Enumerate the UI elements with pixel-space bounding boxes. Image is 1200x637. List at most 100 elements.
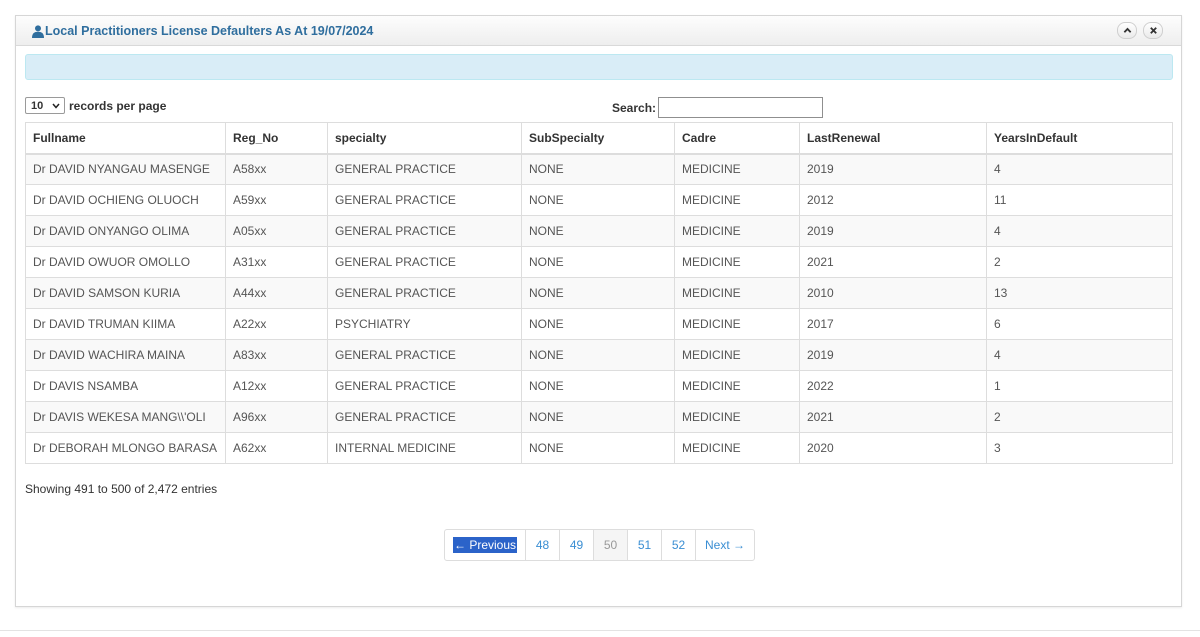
cell-subspecialty: NONE (521, 246, 675, 278)
cell-fullname: Dr DAVID OWUOR OMOLLO (25, 246, 226, 278)
cell-specialty: GENERAL PRACTICE (327, 339, 522, 371)
cell-years-in-default: 4 (986, 153, 1173, 185)
cell-fullname: Dr DAVID ONYANGO OLIMA (25, 215, 226, 247)
cell-cadre: MEDICINE (674, 370, 800, 402)
cell-reg-no: A44xx (225, 277, 328, 309)
column-header-cadre[interactable]: Cadre (674, 122, 800, 155)
cell-reg-no: A62xx (225, 432, 328, 464)
next-page-button[interactable]: Next → (695, 530, 754, 560)
cell-subspecialty: NONE (521, 153, 675, 185)
cell-last-renewal: 2020 (799, 432, 987, 464)
cell-years-in-default: 13 (986, 277, 1173, 309)
table-row: Dr DAVID WACHIRA MAINA A83xx GENERAL PRA… (25, 339, 1173, 371)
cell-years-in-default: 2 (986, 246, 1173, 278)
table-row: Dr DAVID ONYANGO OLIMA A05xx GENERAL PRA… (25, 215, 1173, 247)
collapse-button[interactable] (1117, 22, 1137, 39)
cell-reg-no: A59xx (225, 184, 328, 216)
column-header-last-renewal[interactable]: LastRenewal (799, 122, 987, 155)
cell-fullname: Dr DAVID SAMSON KURIA (25, 277, 226, 309)
cell-specialty: GENERAL PRACTICE (327, 246, 522, 278)
chevron-down-icon (52, 103, 60, 109)
defaulters-widget: Local Practitioners License Defaulters A… (15, 15, 1182, 607)
cell-specialty: GENERAL PRACTICE (327, 184, 522, 216)
cell-last-renewal: 2022 (799, 370, 987, 402)
page-bottom-divider (0, 630, 1200, 631)
cell-fullname: Dr DAVIS WEKESA MANG\\'OLI (25, 401, 226, 433)
search-input[interactable] (658, 97, 824, 118)
cell-subspecialty: NONE (521, 339, 675, 371)
cell-last-renewal: 2019 (799, 339, 987, 371)
column-header-specialty[interactable]: specialty (327, 122, 522, 155)
cell-subspecialty: NONE (521, 401, 675, 433)
page-link-52[interactable]: 52 (661, 530, 695, 560)
cell-reg-no: A31xx (225, 246, 328, 278)
cell-fullname: Dr DAVID NYANGAU MASENGE (25, 153, 226, 185)
cell-fullname: Dr DEBORAH MLONGO BARASA (25, 432, 226, 464)
page-link-49[interactable]: 49 (559, 530, 593, 560)
page-link-51[interactable]: 51 (627, 530, 661, 560)
cell-subspecialty: NONE (521, 215, 675, 247)
table-header-row: Fullname Reg_No specialty SubSpecialty C… (25, 122, 1173, 155)
column-header-fullname[interactable]: Fullname (25, 122, 226, 155)
cell-specialty: GENERAL PRACTICE (327, 370, 522, 402)
cell-specialty: INTERNAL MEDICINE (327, 432, 522, 464)
table-row: Dr DAVID TRUMAN KIIMA A22xx PSYCHIATRY N… (25, 308, 1173, 340)
column-header-years-in-default[interactable]: YearsInDefault (986, 122, 1173, 155)
cell-last-renewal: 2021 (799, 246, 987, 278)
cell-last-renewal: 2019 (799, 215, 987, 247)
cell-specialty: PSYCHIATRY (327, 308, 522, 340)
cell-years-in-default: 4 (986, 215, 1173, 247)
cell-fullname: Dr DAVID WACHIRA MAINA (25, 339, 226, 371)
search-label: Search: (612, 100, 657, 115)
cell-specialty: GENERAL PRACTICE (327, 153, 522, 185)
cell-specialty: GENERAL PRACTICE (327, 401, 522, 433)
cell-fullname: Dr DAVIS NSAMBA (25, 370, 226, 402)
table-row: Dr DAVID SAMSON KURIA A44xx GENERAL PRAC… (25, 277, 1173, 309)
cell-reg-no: A12xx (225, 370, 328, 402)
cell-cadre: MEDICINE (674, 153, 800, 185)
cell-cadre: MEDICINE (674, 339, 800, 371)
records-per-page-select[interactable]: 10 (25, 97, 65, 114)
widget-title: Local Practitioners License Defaulters A… (32, 24, 373, 38)
records-per-page-control: 10 records per page (25, 97, 166, 114)
cell-years-in-default: 4 (986, 339, 1173, 371)
pagination: ← Previous 48 49 50 51 52 Next → (444, 529, 755, 561)
cell-subspecialty: NONE (521, 370, 675, 402)
user-icon (32, 24, 44, 38)
column-header-reg-no[interactable]: Reg_No (225, 122, 328, 155)
table-row: Dr DAVID OCHIENG OLUOCH A59xx GENERAL PR… (25, 184, 1173, 216)
defaulters-table: Fullname Reg_No specialty SubSpecialty C… (25, 122, 1173, 464)
cell-years-in-default: 1 (986, 370, 1173, 402)
cell-cadre: MEDICINE (674, 401, 800, 433)
cell-reg-no: A05xx (225, 215, 328, 247)
table-row: Dr DAVIS WEKESA MANG\\'OLI A96xx GENERAL… (25, 401, 1173, 433)
records-per-page-label: records per page (69, 98, 167, 113)
cell-cadre: MEDICINE (674, 215, 800, 247)
cell-last-renewal: 2017 (799, 308, 987, 340)
widget-header: Local Practitioners License Defaulters A… (16, 16, 1181, 46)
previous-page-button[interactable]: ← Previous (445, 530, 525, 560)
cell-years-in-default: 11 (986, 184, 1173, 216)
cell-subspecialty: NONE (521, 184, 675, 216)
cell-cadre: MEDICINE (674, 308, 800, 340)
search-control: Search: (612, 97, 824, 118)
close-button[interactable] (1143, 22, 1163, 39)
page-link-48[interactable]: 48 (525, 530, 559, 560)
close-icon (1149, 27, 1157, 34)
cell-cadre: MEDICINE (674, 246, 800, 278)
table-info: Showing 491 to 500 of 2,472 entries (25, 482, 218, 496)
page-link-50-active[interactable]: 50 (593, 530, 627, 560)
column-header-subspecialty[interactable]: SubSpecialty (521, 122, 675, 155)
table-row: Dr DEBORAH MLONGO BARASA A62xx INTERNAL … (25, 432, 1173, 464)
cell-cadre: MEDICINE (674, 432, 800, 464)
cell-last-renewal: 2012 (799, 184, 987, 216)
cell-years-in-default: 6 (986, 308, 1173, 340)
cell-specialty: GENERAL PRACTICE (327, 215, 522, 247)
cell-reg-no: A96xx (225, 401, 328, 433)
chevron-up-icon (1123, 27, 1131, 33)
cell-fullname: Dr DAVID OCHIENG OLUOCH (25, 184, 226, 216)
cell-last-renewal: 2019 (799, 153, 987, 185)
cell-subspecialty: NONE (521, 308, 675, 340)
cell-specialty: GENERAL PRACTICE (327, 277, 522, 309)
cell-cadre: MEDICINE (674, 184, 800, 216)
